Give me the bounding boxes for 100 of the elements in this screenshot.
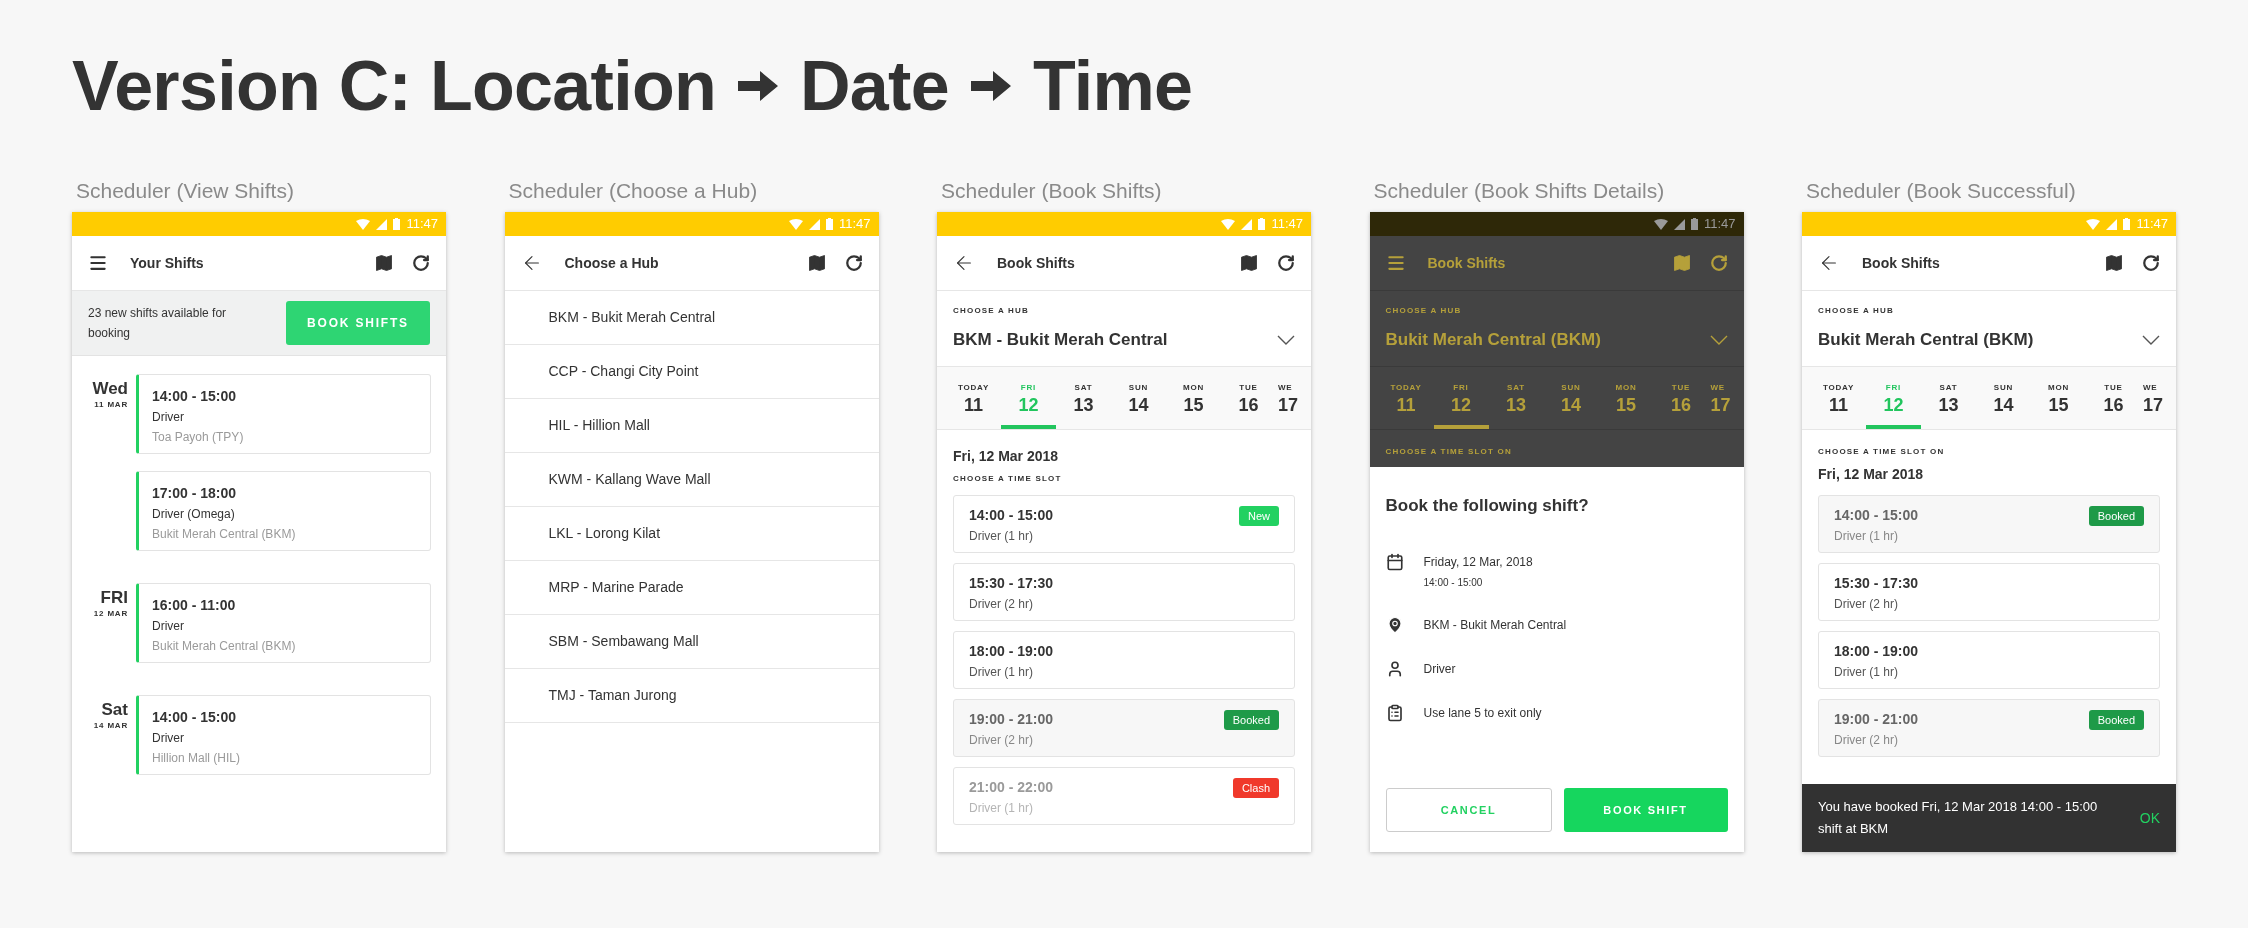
battery-icon: [1258, 218, 1266, 230]
hub-dropdown[interactable]: Bukit Merah Central (BKM): [1385, 327, 1728, 353]
screen-caption: Scheduler (Book Shifts): [940, 178, 1163, 204]
shift-card[interactable]: 14:00 - 15:00 Driver Toa Payoh (TPY): [136, 374, 431, 454]
status-badge: New: [1239, 506, 1279, 526]
shift-location: Toa Payoh (TPY): [152, 429, 245, 446]
date-heading: Fri, 12 Mar 2018: [953, 447, 1060, 466]
time-slot-label: CHOOSE A TIME SLOT: [953, 473, 1063, 485]
date-tab[interactable]: SAT 13: [1488, 367, 1544, 429]
slot-time: 19:00 - 21:00: [1834, 710, 1919, 729]
slot-role: Driver (1 hr): [969, 664, 1034, 681]
hub-list-item[interactable]: MRP - Marine Parade: [504, 561, 879, 615]
day-name: Wed: [92, 379, 128, 399]
status-time: 11:47: [1271, 215, 1303, 234]
page-title: Date: [800, 45, 949, 127]
date-tab[interactable]: TUE 16: [1221, 367, 1276, 429]
signal-icon: [1241, 218, 1253, 230]
map-icon[interactable]: [1239, 253, 1259, 273]
screen-caption: Scheduler (Book Shifts Details): [1372, 178, 1666, 204]
hub-dropdown[interactable]: BKM - Bukit Merah Central: [953, 327, 1295, 353]
app-bar-title: Book Shifts: [1427, 253, 1506, 273]
hub-list-item[interactable]: LKL - Lorong Kilat: [504, 507, 879, 561]
shift-card[interactable]: 14:00 - 15:00 Driver Hillion Mall (HIL): [136, 695, 431, 775]
status-time: 11:47: [838, 215, 871, 234]
slot-time: 21:00 - 22:00: [969, 778, 1054, 797]
shift-role: Driver: [152, 730, 185, 747]
detail-text: Driver: [1423, 660, 1456, 678]
map-icon[interactable]: [374, 253, 394, 273]
time-slot-card[interactable]: 21:00 - 22:00 Driver (1 hr) Clash: [953, 767, 1295, 825]
slot-role: Driver (2 hr): [969, 596, 1034, 613]
day-date: 12 MAR: [93, 608, 128, 620]
arrow-icon: [970, 69, 1011, 103]
signal-icon: [808, 218, 820, 230]
time-slot-card[interactable]: 15:30 - 17:30 Driver (2 hr): [953, 563, 1295, 621]
hub-list-item[interactable]: KWM - Kallang Wave Mall: [504, 453, 879, 507]
date-tab[interactable]: MON 15: [2031, 367, 2086, 429]
date-tab[interactable]: SAT 13: [1056, 367, 1111, 429]
hub-list-item[interactable]: CCP - Changi City Point: [504, 345, 879, 399]
time-slot-card[interactable]: 18:00 - 19:00 Driver (1 hr): [1818, 631, 2160, 689]
time-slot-card[interactable]: 19:00 - 21:00 Driver (2 hr) Booked: [953, 699, 1295, 757]
date-tab[interactable]: WE 17: [1276, 367, 1306, 429]
slot-time: 14:00 - 15:00: [1834, 506, 1919, 525]
time-slot-card[interactable]: 18:00 - 19:00 Driver (1 hr): [953, 631, 1295, 689]
time-slot-card[interactable]: 14:00 - 15:00 Driver (1 hr) New: [953, 495, 1295, 553]
date-tab[interactable]: TUE 16: [1653, 367, 1709, 429]
status-badge: Booked: [1223, 710, 1279, 730]
slot-time: 19:00 - 21:00: [969, 710, 1054, 729]
date-tab[interactable]: TODAY 11: [946, 367, 1001, 429]
shift-card[interactable]: 17:00 - 18:00 Driver (Omega) Bukit Merah Central (BKM): [136, 471, 431, 551]
slot-role: Driver (2 hr): [1834, 596, 1899, 613]
map-icon[interactable]: [2104, 253, 2124, 273]
page-title: Version C: Location: [72, 45, 716, 127]
status-time: 11:47: [1703, 215, 1736, 234]
date-tab[interactable]: SUN 14: [1976, 367, 2031, 429]
shift-card[interactable]: 16:00 - 11:00 Driver Bukit Merah Central (BKM): [136, 583, 431, 663]
refresh-icon[interactable]: [412, 254, 430, 272]
refresh-icon[interactable]: [844, 254, 863, 272]
date-tab[interactable]: TUE 16: [2086, 367, 2141, 429]
shift-time: 16:00 - 11:00: [152, 596, 237, 615]
date-heading: Fri, 12 Mar 2018: [1818, 465, 1925, 484]
map-icon[interactable]: [806, 253, 827, 273]
date-tab[interactable]: MON 15: [1166, 367, 1221, 429]
hub-list-item[interactable]: TMJ - Taman Jurong: [504, 669, 879, 723]
hub-list-item[interactable]: BKM - Bukit Merah Central: [504, 291, 879, 345]
signal-icon: [2106, 218, 2118, 230]
time-slot-card[interactable]: 14:00 - 15:00 Driver (1 hr) Booked: [1818, 495, 2160, 553]
date-tab[interactable]: SAT 13: [1921, 367, 1976, 429]
date-tab[interactable]: WE 17: [1708, 367, 1739, 429]
shift-time: 17:00 - 18:00: [152, 484, 238, 503]
slot-role: Driver (2 hr): [1834, 732, 1899, 749]
status-time: 11:47: [2136, 215, 2168, 234]
date-tab[interactable]: TODAY 11: [1378, 367, 1434, 429]
wifi-icon: [356, 218, 371, 230]
chevron-icon: [1277, 334, 1295, 345]
page-title: Time: [1032, 45, 1193, 127]
hub-dropdown[interactable]: Bukit Merah Central (BKM): [1818, 327, 2160, 353]
date-tab[interactable]: SUN 14: [1111, 367, 1166, 429]
slot-time: 15:30 - 17:30: [969, 574, 1054, 593]
snackbar-text: You have booked Fri, 12 Mar 2018 14:00 - 15:00 shift at BKM: [1818, 798, 2099, 838]
time-slot-card[interactable]: 15:30 - 17:30 Driver (2 hr): [1818, 563, 2160, 621]
date-tab[interactable]: WE 17: [2141, 367, 2171, 429]
battery-icon: [825, 218, 833, 230]
detail-subtext: 14:00 - 15:00: [1423, 575, 1484, 590]
slot-time: 14:00 - 15:00: [969, 506, 1054, 525]
menu-icon[interactable]: [88, 253, 108, 273]
time-slot-card[interactable]: 19:00 - 21:00 Driver (2 hr) Booked: [1818, 699, 2160, 757]
hub-list-item[interactable]: HIL - Hillion Mall: [504, 399, 879, 453]
hub-list-item[interactable]: SBM - Sembawang Mall: [504, 615, 879, 669]
clipboard-icon: [1385, 703, 1404, 722]
date-tab[interactable]: FRI 12: [1433, 367, 1489, 429]
date-tab[interactable]: TODAY 11: [1811, 367, 1866, 429]
date-tab[interactable]: SUN 14: [1543, 367, 1599, 429]
battery-icon: [1690, 218, 1698, 230]
refresh-icon[interactable]: [2142, 254, 2160, 272]
date-tab[interactable]: MON 15: [1598, 367, 1654, 429]
ok-button[interactable]: OK: [2139, 807, 2160, 829]
refresh-icon[interactable]: [1277, 254, 1295, 272]
status-badge: Booked: [2088, 710, 2144, 730]
dialog-title: Book the following shift?: [1385, 495, 1590, 517]
calendar-icon: [1385, 552, 1404, 571]
